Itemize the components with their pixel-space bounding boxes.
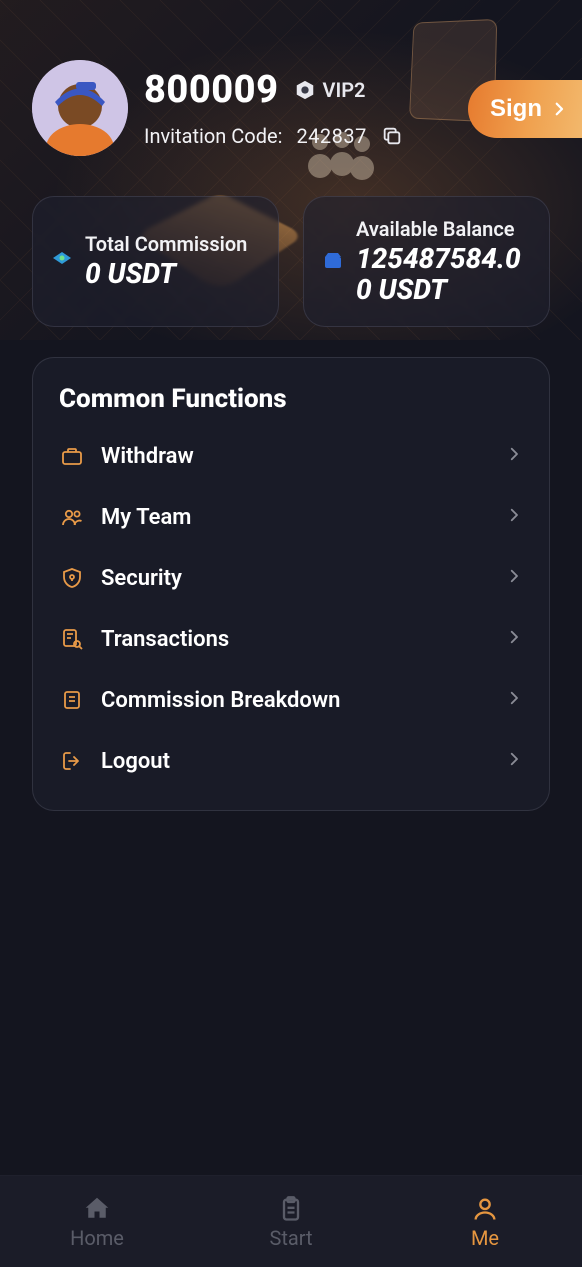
avatar[interactable]	[32, 60, 128, 156]
vip-label: VIP2	[322, 78, 365, 102]
total-commission-label: Total Commission	[85, 232, 247, 257]
tab-label: Start	[269, 1226, 312, 1250]
function-label: My Team	[101, 505, 505, 530]
chevron-right-icon	[505, 686, 523, 714]
invitation-code: 242837	[296, 124, 366, 148]
function-transactions[interactable]: Transactions	[59, 609, 523, 670]
common-functions-title: Common Functions	[59, 384, 523, 414]
tab-start[interactable]: Start	[194, 1176, 388, 1267]
function-withdraw[interactable]: Withdraw	[59, 426, 523, 487]
tab-label: Me	[471, 1226, 499, 1250]
sign-button-label: Sign	[490, 95, 542, 123]
available-balance-card: Available Balance 125487584.00 USDT	[303, 196, 550, 327]
vip-badge: VIP2	[294, 78, 365, 102]
common-functions-card: Common Functions Withdraw My Team	[32, 357, 550, 811]
chevron-right-icon	[505, 747, 523, 775]
hexagon-icon	[294, 79, 316, 101]
tab-label: Home	[70, 1226, 124, 1250]
chevron-right-icon	[505, 564, 523, 592]
function-label: Logout	[101, 749, 505, 774]
function-logout[interactable]: Logout	[59, 731, 523, 792]
chevron-right-icon	[505, 625, 523, 653]
copy-icon[interactable]	[381, 125, 403, 147]
wallet-icon	[320, 248, 346, 274]
function-label: Transactions	[101, 627, 505, 652]
commission-icon	[49, 248, 75, 274]
function-security[interactable]: Security	[59, 548, 523, 609]
function-label: Security	[101, 566, 505, 591]
function-label: Commission Breakdown	[101, 688, 505, 713]
function-commission-breakdown[interactable]: Commission Breakdown	[59, 670, 523, 731]
tab-home[interactable]: Home	[0, 1176, 194, 1267]
sign-button[interactable]: Sign	[468, 80, 582, 138]
shield-icon	[59, 565, 85, 591]
home-icon	[82, 1194, 112, 1224]
chevron-right-icon	[505, 442, 523, 470]
team-icon	[59, 504, 85, 530]
function-my-team[interactable]: My Team	[59, 487, 523, 548]
receipt-search-icon	[59, 626, 85, 652]
clipboard-icon	[277, 1194, 305, 1224]
chevron-right-icon	[505, 503, 523, 531]
available-balance-value: 125487584.00 USDT	[356, 244, 531, 306]
function-label: Withdraw	[101, 444, 505, 469]
logout-icon	[59, 748, 85, 774]
tab-bar: Home Start Me	[0, 1175, 582, 1267]
user-id: 800009	[144, 68, 278, 112]
invitation-code-label: Invitation Code:	[144, 124, 282, 148]
person-icon	[471, 1194, 499, 1224]
wallet-withdraw-icon	[59, 443, 85, 469]
tab-me[interactable]: Me	[388, 1176, 582, 1267]
total-commission-card: Total Commission 0 USDT	[32, 196, 279, 327]
chevron-right-icon	[550, 98, 568, 120]
total-commission-value: 0 USDT	[85, 259, 247, 290]
available-balance-label: Available Balance	[356, 217, 531, 242]
document-list-icon	[59, 687, 85, 713]
